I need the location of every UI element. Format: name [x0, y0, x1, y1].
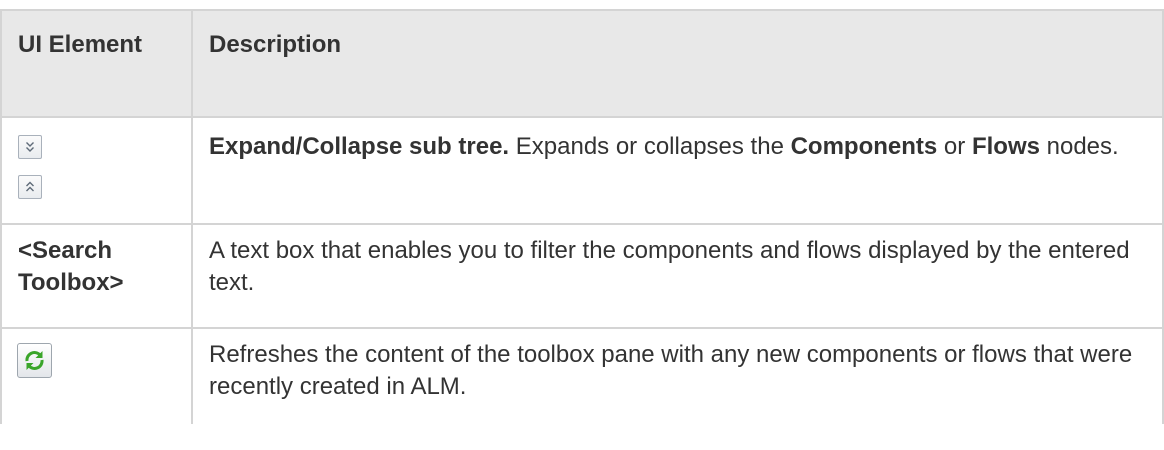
desc-text: Expands or collapses the	[509, 133, 791, 160]
search-toolbox-label: <Search Toolbox>	[18, 237, 124, 296]
desc-text: nodes.	[1039, 133, 1119, 160]
table-header-row: UI Element Description	[0, 9, 1164, 118]
desc-bold-flows: Flows	[971, 133, 1040, 160]
table-row: <Search Toolbox> A text box that enables…	[0, 223, 1164, 329]
ui-elements-table: UI Element Description Expand/Collapse s…	[0, 9, 1164, 424]
description-cell: A text box that enables you to filter th…	[191, 223, 1164, 329]
collapse-all-icon	[18, 175, 42, 199]
header-description: Description	[191, 9, 1164, 118]
ui-element-cell: <Search Toolbox>	[0, 223, 193, 329]
header-ui-element: UI Element	[0, 9, 193, 118]
desc-text: or	[937, 133, 972, 160]
refresh-icon	[17, 343, 52, 378]
description-cell: Refreshes the content of the toolbox pan…	[191, 327, 1164, 424]
description-cell: Expand/Collapse sub tree. Expands or col…	[191, 116, 1164, 225]
desc-bold-title: Expand/Collapse sub tree.	[209, 133, 510, 160]
table-row: Refreshes the content of the toolbox pan…	[0, 327, 1164, 424]
expand-all-icon	[18, 135, 42, 159]
desc-bold-components: Components	[790, 133, 938, 160]
ui-element-cell	[0, 327, 193, 424]
table-row: Expand/Collapse sub tree. Expands or col…	[0, 116, 1164, 225]
ui-element-cell	[0, 116, 193, 225]
